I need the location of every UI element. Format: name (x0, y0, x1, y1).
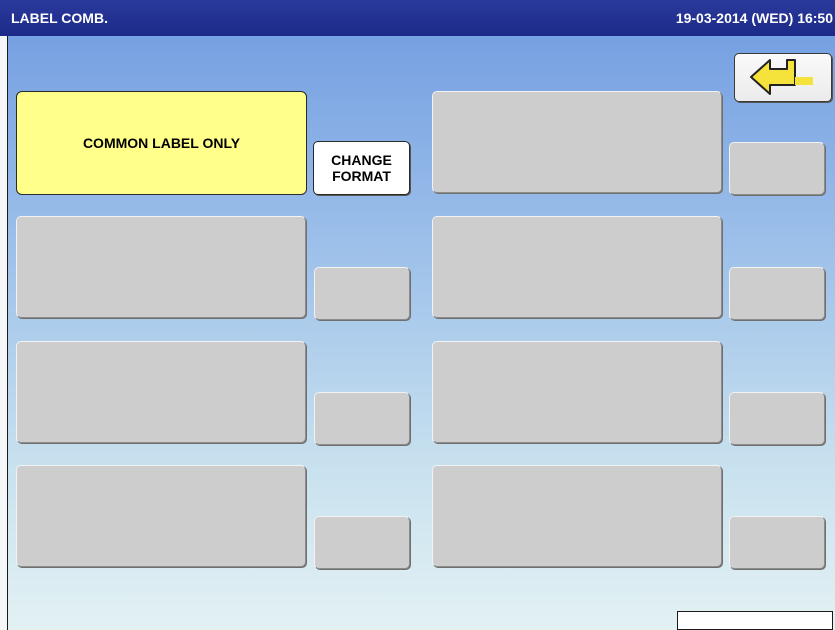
label-slot-button-right-4[interactable] (432, 465, 722, 567)
status-field (677, 611, 833, 630)
format-slot-button-left-3[interactable] (314, 392, 410, 445)
label-slot-button-right-3[interactable] (432, 341, 722, 443)
change-format-label-line2: FORMAT (332, 168, 391, 184)
label-slot-button-left-4[interactable] (16, 465, 306, 567)
common-label-only-label: COMMON LABEL ONLY (82, 135, 241, 151)
label-slot-button-right-1[interactable] (432, 91, 722, 193)
label-slot-button-left-2[interactable] (16, 216, 306, 318)
screen: LABEL COMB. 19-03-2014 (WED) 16:50 COMMO… (0, 0, 835, 630)
date-time: 19-03-2014 (WED) 16:50 (675, 10, 833, 26)
left-edge-strip (0, 36, 8, 630)
label-slot-button-right-2[interactable] (432, 216, 722, 318)
return-arrow-icon (750, 59, 813, 95)
format-slot-button-right-3[interactable] (729, 392, 825, 445)
title-bar: LABEL COMB. 19-03-2014 (WED) 16:50 (0, 0, 835, 36)
format-slot-button-left-2[interactable] (314, 267, 410, 320)
format-slot-button-right-1[interactable] (729, 142, 825, 195)
back-button[interactable] (734, 53, 832, 102)
common-label-only-button[interactable]: COMMON LABEL ONLY (16, 91, 307, 195)
format-slot-button-right-4[interactable] (729, 516, 825, 569)
change-format-label-line1: CHANGE (331, 152, 392, 168)
format-slot-button-right-2[interactable] (729, 267, 825, 320)
format-slot-button-left-4[interactable] (314, 516, 410, 569)
screen-title: LABEL COMB. (11, 10, 108, 26)
label-slot-button-left-3[interactable] (16, 341, 306, 443)
change-format-button[interactable]: CHANGE FORMAT (313, 141, 410, 195)
